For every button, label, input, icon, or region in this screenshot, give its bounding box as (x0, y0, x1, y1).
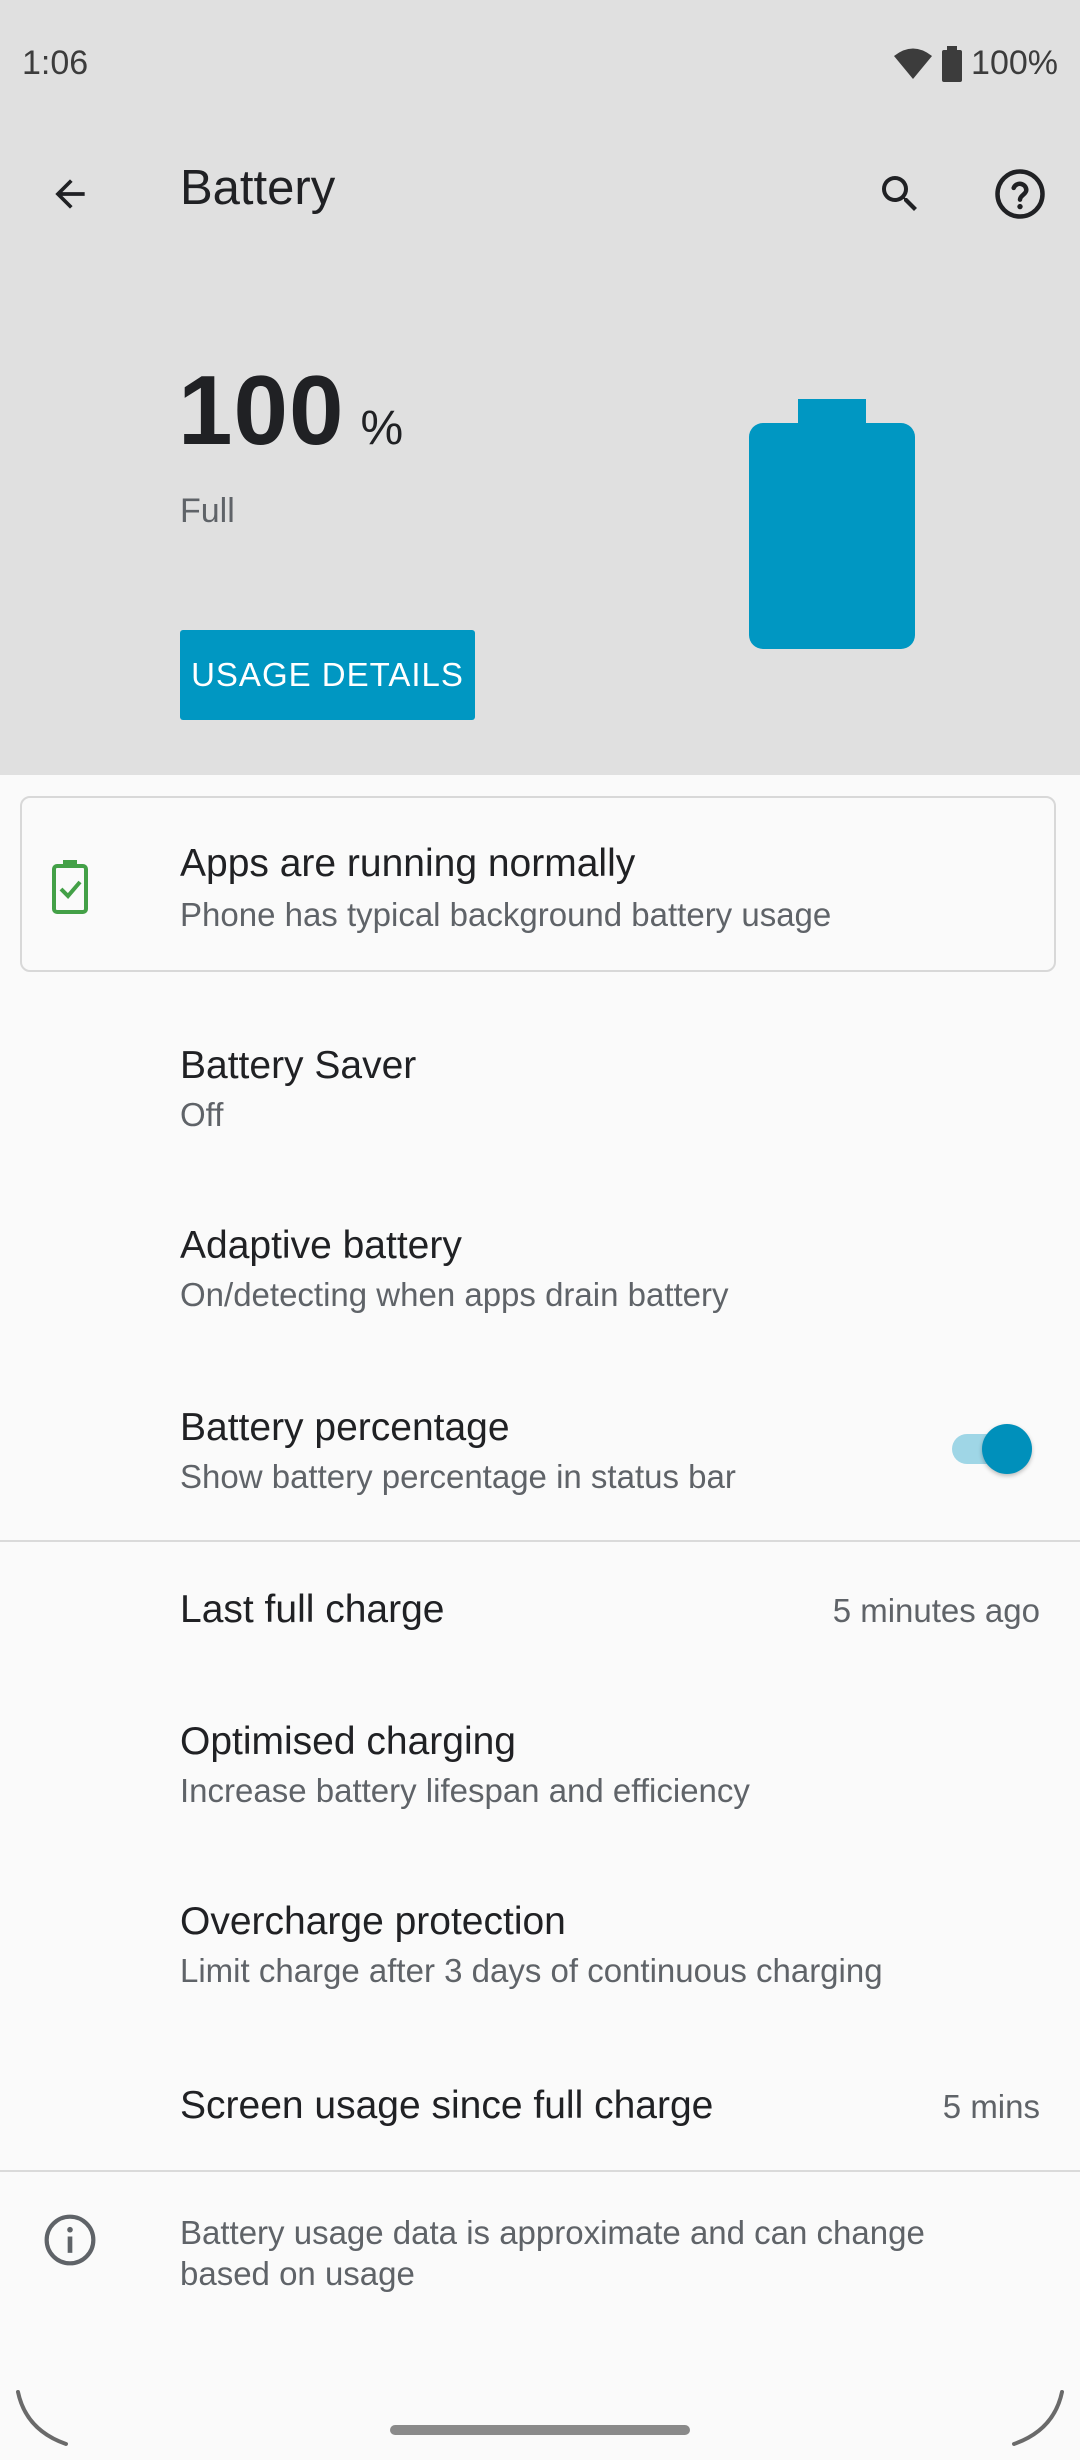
battery-check-icon (52, 860, 88, 914)
usage-details-button[interactable]: USAGE DETAILS (180, 630, 475, 720)
footer-divider (0, 2170, 1080, 2172)
back-button[interactable] (30, 154, 110, 234)
help-button[interactable] (980, 154, 1060, 234)
battery-saver-row[interactable]: Battery Saver Off (0, 1010, 1080, 1180)
battery-usage-note: Battery usage data is approximate and ca… (180, 2214, 925, 2292)
screen-usage-title: Screen usage since full charge (180, 2084, 714, 2127)
status-bar: 1:06 100% (0, 0, 1080, 134)
overcharge-protection-summary: Limit charge after 3 days of continuous … (180, 1952, 883, 1989)
battery-level-unit: % (360, 402, 404, 455)
last-full-charge-title: Last full charge (180, 1588, 445, 1631)
battery-percentage-switch[interactable] (948, 1424, 1034, 1474)
battery-saver-summary: Off (180, 1096, 224, 1133)
tip-title: Apps are running normally (180, 842, 636, 885)
screen-usage-value: 5 mins (942, 2088, 1040, 2125)
screen-usage-row: Screen usage since full charge 5 mins (0, 2056, 1080, 2156)
battery-percentage-summary: Show battery percentage in status bar (180, 1458, 736, 1495)
page-title: Battery (180, 161, 336, 215)
app-bar: Battery (0, 134, 1080, 244)
wifi-icon (894, 48, 933, 79)
battery-percentage-row[interactable]: Battery percentage Show battery percenta… (0, 1372, 1080, 1542)
adaptive-battery-title: Adaptive battery (180, 1224, 462, 1267)
help-icon (995, 169, 1045, 219)
last-full-charge-row: Last full charge 5 minutes ago (0, 1560, 1080, 1660)
switch-thumb (982, 1424, 1032, 1474)
status-time: 1:06 (22, 44, 89, 82)
battery-status-text: Full (180, 492, 235, 530)
battery-percentage-title: Battery percentage (180, 1406, 510, 1449)
search-icon (882, 176, 917, 211)
battery-tip-card[interactable]: Apps are running normally Phone has typi… (20, 796, 1056, 972)
optimised-charging-title: Optimised charging (180, 1720, 516, 1763)
status-icons: 100% (893, 44, 1058, 83)
last-full-charge-value: 5 minutes ago (832, 1592, 1040, 1629)
arrow-back-icon (55, 179, 85, 209)
optimised-charging-row[interactable]: Optimised charging Increase battery life… (0, 1694, 1080, 1864)
overcharge-protection-row[interactable]: Overcharge protection Limit charge after… (0, 1876, 1080, 2046)
info-icon (44, 2214, 96, 2266)
battery-saver-title: Battery Saver (180, 1044, 417, 1087)
battery-status-icon (942, 45, 963, 82)
section-divider (0, 1540, 1080, 1542)
search-button[interactable] (860, 154, 940, 234)
status-battery-text: 100% (971, 44, 1058, 82)
tip-subtitle: Phone has typical background battery usa… (180, 896, 832, 933)
battery-level-value: 100 (178, 355, 345, 465)
battery-level: 100 % (178, 354, 403, 467)
battery-large-icon (749, 399, 915, 649)
optimised-charging-summary: Increase battery lifespan and efficiency (180, 1772, 750, 1809)
adaptive-battery-row[interactable]: Adaptive battery On/detecting when apps … (0, 1190, 1080, 1360)
adaptive-battery-summary: On/detecting when apps drain battery (180, 1276, 729, 1313)
overcharge-protection-title: Overcharge protection (180, 1900, 566, 1943)
corner-gesture-left-icon (16, 2390, 68, 2446)
corner-gesture-right-icon (1012, 2390, 1064, 2446)
battery-header: 100 % Full USAGE DETAILS (0, 244, 1080, 775)
gesture-nav-handle[interactable] (390, 2425, 690, 2435)
